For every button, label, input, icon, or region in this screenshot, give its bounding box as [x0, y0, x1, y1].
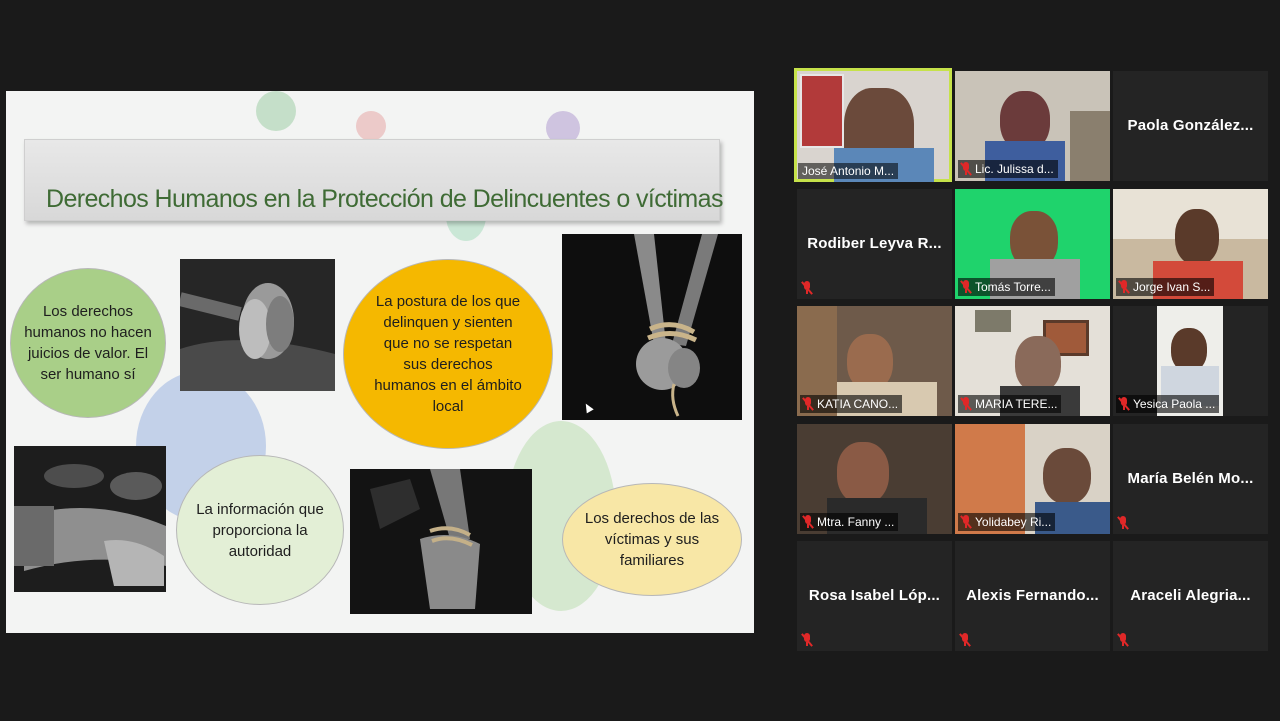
video-person: [1043, 448, 1091, 504]
microphone-muted-icon: [960, 162, 972, 176]
participant-tile[interactable]: Alexis Fernando...: [955, 541, 1110, 651]
participant-label: Tomás Torre...: [958, 278, 1055, 296]
participant-name: Lic. Julissa d...: [975, 162, 1054, 176]
participant-label: Mtra. Fanny ...: [800, 513, 899, 531]
participant-name: Jorge Ivan S...: [1133, 280, 1211, 294]
photo-tied-hands-behind: [350, 469, 532, 614]
microphone-muted-icon: [802, 397, 814, 411]
participant-label: Yolidabey Ri...: [958, 513, 1056, 531]
bubble-postura-delinquen-text: La postura de los que delinquen y siente…: [374, 293, 522, 415]
microphone-muted-icon: [802, 515, 814, 529]
participant-name: KATIA CANO...: [817, 397, 899, 411]
participant-name: José Antonio M...: [798, 163, 899, 179]
photo-tied-wrists: [562, 234, 742, 420]
photo-praying-hands: [180, 259, 335, 391]
participant-label: MARIA TERE...: [958, 395, 1062, 413]
video-person: [1175, 209, 1219, 265]
participant-name: Rosa Isabel Lóp...: [808, 587, 941, 604]
participant-tile[interactable]: Yolidabey Ri...: [955, 424, 1110, 534]
participant-label: Jorge Ivan S...: [1116, 278, 1215, 296]
participant-tile[interactable]: Lic. Julissa d...: [955, 71, 1110, 181]
participant-name: Yesica Paola ...: [1133, 397, 1216, 411]
participant-tile[interactable]: Rosa Isabel Lóp...: [797, 541, 952, 651]
microphone-muted-icon: [801, 281, 813, 295]
video-shelf: [1070, 111, 1110, 181]
participant-label: KATIA CANO...: [800, 395, 903, 413]
shared-screen-slide: Derechos Humanos en la Protección de Del…: [6, 91, 754, 633]
microphone-muted-icon: [960, 515, 972, 529]
photo-covered-mouth: [14, 446, 166, 592]
background-figure-decoration: [256, 91, 296, 131]
microphone-muted-icon: [960, 397, 972, 411]
participant-name: Yolidabey Ri...: [975, 515, 1052, 529]
microphone-muted-icon: [801, 633, 813, 647]
participant-name: MARIA TERE...: [975, 397, 1058, 411]
microphone-muted-icon: [959, 633, 971, 647]
participant-tile[interactable]: Yesica Paola ...: [1113, 306, 1268, 416]
bubble-postura-delinquen: La postura de los que delinquen y siente…: [343, 259, 553, 449]
participant-name: Rodiber Leyva R...: [807, 235, 942, 252]
bubble-derechos-victimas-text: Los derechos de las víctimas y sus famil…: [584, 510, 720, 569]
participant-tile[interactable]: Araceli Alegria...: [1113, 541, 1268, 651]
microphone-muted-icon: [1118, 397, 1130, 411]
participant-tile[interactable]: KATIA CANO...: [797, 306, 952, 416]
participant-label: Yesica Paola ...: [1116, 395, 1220, 413]
participant-name: María Belén Mo...: [1127, 470, 1254, 487]
background-figure-decoration: [356, 111, 386, 141]
bubble-informacion-autoridad: La información que proporciona la autori…: [176, 455, 344, 605]
microphone-muted-icon: [960, 280, 972, 294]
microphone-muted-icon: [1117, 516, 1129, 530]
video-frame: [975, 310, 1011, 332]
participant-name: Alexis Fernando...: [966, 587, 1099, 604]
participant-name: Paola González...: [1127, 117, 1254, 134]
video-background: [800, 74, 844, 148]
participant-tile[interactable]: Rodiber Leyva R...: [797, 189, 952, 299]
bubble-derechos-humanos-text: Los derechos humanos no hacen juicios de…: [24, 303, 152, 383]
bubble-derechos-humanos: Los derechos humanos no hacen juicios de…: [10, 268, 166, 418]
participant-tile[interactable]: Jorge Ivan S...: [1113, 189, 1268, 299]
participant-name: Mtra. Fanny ...: [817, 515, 895, 529]
participant-name: Araceli Alegria...: [1130, 587, 1251, 604]
participant-tile[interactable]: Tomás Torre...: [955, 189, 1110, 299]
participant-name: Tomás Torre...: [975, 280, 1051, 294]
participant-tile[interactable]: Paola González...: [1113, 71, 1268, 181]
bubble-derechos-victimas: Los derechos de las víctimas y sus famil…: [562, 483, 742, 596]
bubble-informacion-autoridad-text: La información que proporciona la autori…: [196, 500, 324, 560]
participant-tile[interactable]: María Belén Mo...: [1113, 424, 1268, 534]
microphone-muted-icon: [1117, 633, 1129, 647]
participant-label: Lic. Julissa d...: [958, 160, 1058, 178]
video-person: [837, 442, 889, 504]
participant-tile[interactable]: José Antonio M...: [794, 68, 952, 182]
participant-tile[interactable]: MARIA TERE...: [955, 306, 1110, 416]
microphone-muted-icon: [1118, 280, 1130, 294]
slide-title: Derechos Humanos en la Protección de Del…: [46, 185, 723, 213]
participant-tile[interactable]: Mtra. Fanny ...: [797, 424, 952, 534]
video-person: [1015, 336, 1061, 392]
